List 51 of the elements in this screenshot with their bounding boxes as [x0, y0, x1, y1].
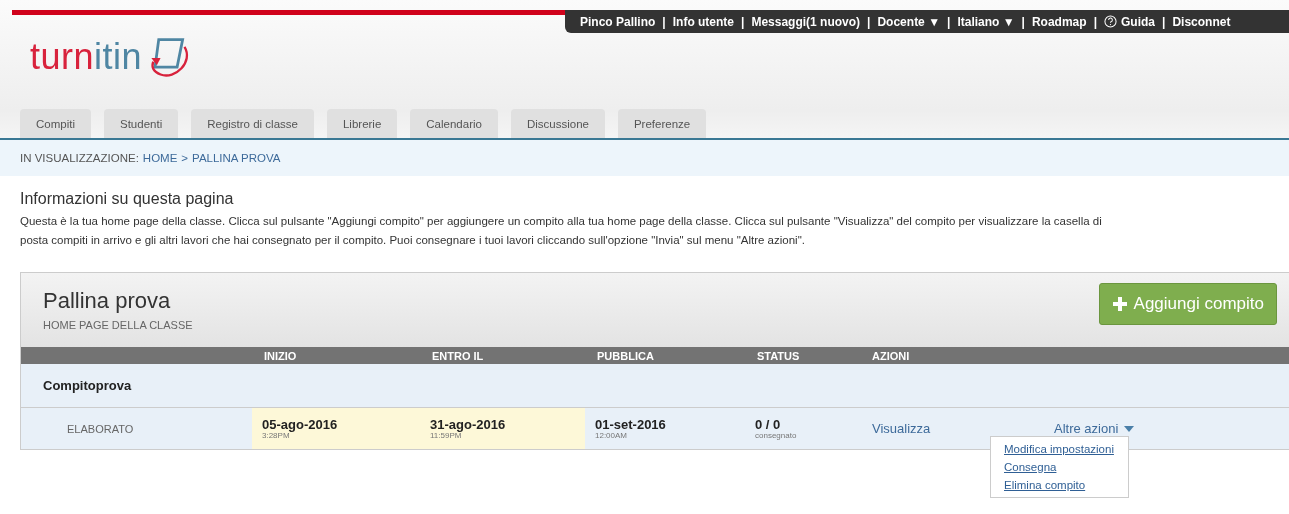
column-heading: STATUS — [756, 349, 801, 362]
more-actions-dropdown[interactable]: Altre azioni — [1054, 421, 1135, 436]
tab[interactable]: Compiti — [20, 109, 91, 138]
breadcrumb-link[interactable]: HOME — [142, 152, 178, 164]
breadcrumb-link[interactable]: PALLINA PROVA — [192, 152, 281, 164]
breadcrumb-separator: > — [181, 152, 189, 164]
separator: | — [1021, 14, 1025, 29]
class-title: Pallina prova — [43, 288, 172, 314]
top-link[interactable]: Info utente — [672, 14, 735, 29]
separator: | — [867, 14, 871, 29]
caret-icon — [1124, 425, 1135, 432]
user-name: Pinco Pallino — [580, 14, 656, 29]
column-heading: ENTRO IL — [431, 349, 485, 362]
logo-text: turnitin — [30, 36, 143, 78]
tab[interactable]: Studenti — [104, 109, 179, 138]
menu-item[interactable]: Consegna — [1004, 461, 1114, 473]
assignment-title: Compitoprova — [43, 378, 132, 393]
menu-link[interactable]: Italiano ▼ — [957, 14, 1015, 29]
separator: | — [662, 14, 666, 29]
status-cell-text: 0 / 0 consegnato — [754, 415, 798, 442]
column-heading: AZIONI — [871, 349, 911, 362]
date-cell-text: 01-set-2016 12:00AM — [594, 415, 667, 442]
help-icon — [1104, 15, 1117, 28]
table-cell-text: ELABORATO — [66, 421, 135, 437]
date-cell: 05-ago-2016 3:28PM — [252, 408, 420, 449]
breadcrumb-label: IN VISUALIZZAZIONE: — [20, 152, 139, 164]
info-text: posta compiti in arrivo e gli altri lavori che hai consegnato per il compito. Puoi consegnare i tuoi lavori cliccando sull'opzione "Invia" sul menu "Altre azioni". — [20, 233, 806, 248]
help-link[interactable]: Guida — [1104, 14, 1155, 29]
tab[interactable]: Librerie — [326, 109, 398, 138]
date-cell: 31-ago-2016 11:59PM — [420, 408, 585, 449]
menu-item[interactable]: Elimina compito — [1004, 479, 1114, 491]
class-subtitle: HOME PAGE DELLA CLASSE — [43, 319, 193, 331]
column-heading: INIZIO — [263, 349, 298, 362]
separator: | — [1162, 14, 1166, 29]
plus-icon — [1111, 296, 1128, 312]
separator: | — [947, 14, 951, 29]
tab[interactable]: Preferenze — [617, 109, 707, 138]
view-link[interactable]: Visualizza — [860, 408, 990, 449]
top-link[interactable]: Messaggi(1 nuovo) — [751, 14, 861, 29]
top-link[interactable]: Disconnet — [1172, 14, 1231, 29]
column-heading: PUBBLICA — [596, 349, 655, 362]
separator: | — [1093, 14, 1097, 29]
tab[interactable]: Calendario — [410, 109, 498, 138]
menu-link[interactable]: Docente ▼ — [877, 14, 940, 29]
tab[interactable]: Registro di classe — [191, 109, 314, 138]
menu-item[interactable]: Modifica impostazioni — [1004, 443, 1114, 455]
section-title: Informazioni su questa pagina — [20, 190, 235, 208]
top-link[interactable]: Roadmap — [1031, 14, 1087, 29]
info-text: Questa è la tua home page della classe. Clicca sul pulsante "Aggiungi compito" per aggiungere un compito alla tua home page della classe. Clicca sul pulsante "Visualizza" del compito per visualizzare la casella di — [20, 214, 1103, 229]
separator: | — [741, 14, 745, 29]
tab[interactable]: Discussione — [510, 109, 605, 138]
